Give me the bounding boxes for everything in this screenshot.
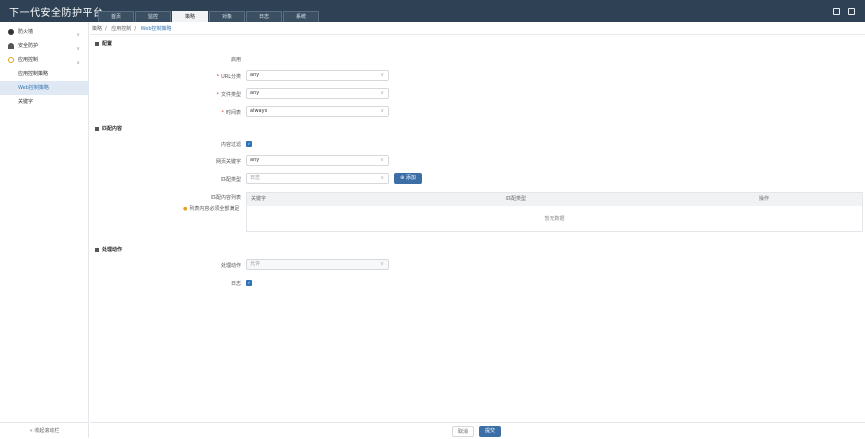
sidebar-item-label: 防火墙 [18, 29, 34, 35]
sidebar-item-label: 应用控制 [18, 57, 39, 63]
match-content-table: 关键字 匹配类型 操作 暂无数据 [246, 192, 863, 232]
chevron-down-icon: ∨ [380, 157, 384, 163]
section-label: 处理动作 [102, 247, 123, 253]
section-match-title: 匹配内容 [95, 125, 122, 132]
breadcrumb-current: Web控制策略 [140, 26, 172, 32]
sidebar-item-app-control-policy[interactable]: 应用控制策略 [0, 67, 89, 81]
section-config-title: 配置 [95, 40, 112, 47]
keyword-label: 网页关键字 [215, 159, 241, 165]
sidebar-item-keyword[interactable]: 关键字 [0, 95, 89, 109]
schedule-select[interactable]: always ∨ [246, 106, 389, 117]
chevron-down-icon: ∨ [380, 108, 384, 114]
log-label: 日志 [230, 281, 241, 287]
sidebar-item-security[interactable]: 安全防护 ∨ [0, 39, 89, 53]
breadcrumb: 策略 / 应用控制 / Web控制策略 [92, 26, 172, 32]
match-list-label: 匹配内容列表 [210, 195, 241, 201]
form-footer: 取消 提交 [90, 422, 865, 438]
column-header-operation: 操作 [759, 196, 770, 202]
sidebar-item-label: 安全防护 [18, 43, 39, 49]
cancel-button[interactable]: 取消 [452, 426, 474, 437]
breadcrumb-app-control[interactable]: 应用控制 [111, 26, 131, 32]
main-tabs: 首页 监控 策略 对象 日志 系统 [98, 11, 320, 22]
section-action-title: 处理动作 [95, 246, 122, 253]
umbrella-icon [8, 43, 14, 49]
logout-icon[interactable] [848, 8, 855, 15]
topbar-actions [833, 8, 855, 15]
gear-icon [95, 41, 99, 46]
url-category-select[interactable]: any ∨ [246, 70, 389, 81]
schedule-label: * 时间表 [221, 110, 241, 116]
tab-policy[interactable]: 策略 [172, 11, 208, 22]
content-filter-checkbox[interactable]: ✓ [246, 141, 252, 147]
chevron-down-icon: ∨ [380, 261, 384, 267]
save-icon[interactable] [833, 8, 840, 15]
tab-system[interactable]: 系统 [283, 11, 319, 22]
submit-button[interactable]: 提交 [479, 426, 501, 437]
sidebar-collapse-button[interactable]: « 收起滚动栏 [0, 422, 89, 438]
firewall-icon [8, 29, 14, 35]
section-label: 匹配内容 [102, 126, 123, 132]
column-header-keyword: 关键字 [251, 196, 267, 202]
enable-label: 启用 [230, 57, 241, 63]
url-category-label: * URL分类 [216, 74, 241, 80]
sidebar-item-firewall[interactable]: 防火墙 ∨ [0, 25, 89, 39]
log-checkbox[interactable]: ✓ [246, 280, 252, 286]
wrench-icon [95, 247, 99, 252]
add-button-label: 添加 [405, 175, 416, 181]
match-list-hint: ● 列表内容必须全部满足 [183, 206, 240, 212]
file-type-label: * 文件类型 [216, 92, 241, 98]
lightbulb-icon: ● [183, 206, 188, 212]
sidebar-item-app-control[interactable]: 应用控制 ∧ [0, 53, 89, 67]
section-label: 配置 [102, 41, 113, 47]
column-header-match-type: 匹配类型 [506, 196, 527, 202]
table-header: 关键字 匹配类型 操作 [247, 193, 862, 206]
chevron-down-icon: ∨ [380, 72, 384, 78]
divider [90, 34, 865, 35]
action-label: 处理动作 [220, 263, 241, 269]
table-empty-message: 暂无数据 [544, 216, 565, 222]
top-navigation-bar: 下一代安全防护平台 首页 监控 策略 对象 日志 系统 [0, 0, 865, 22]
sidebar-item-web-control-policy[interactable]: Web控制策略 [0, 81, 89, 95]
chevron-down-icon: ∨ [380, 175, 384, 181]
tab-log[interactable]: 日志 [246, 11, 282, 22]
app-title: 下一代安全防护平台 [9, 8, 104, 19]
action-select[interactable]: 允许 ∨ [246, 259, 389, 270]
file-type-select[interactable]: any ∨ [246, 88, 389, 99]
content-filter-label: 内容过滤 [220, 142, 241, 148]
keyword-select[interactable]: any ∨ [246, 155, 389, 166]
chevron-down-icon: ∨ [380, 90, 384, 96]
tab-monitor[interactable]: 监控 [135, 11, 171, 22]
match-type-select[interactable]: 日志 ∨ [246, 173, 389, 184]
tab-object[interactable]: 对象 [209, 11, 245, 22]
breadcrumb-policy[interactable]: 策略 [92, 26, 102, 32]
sidebar: 防火墙 ∨ 安全防护 ∨ 应用控制 ∧ 应用控制策略 Web控制策略 关键字 «… [0, 22, 89, 438]
match-type-label: 匹配类型 [220, 177, 241, 183]
app-control-icon [8, 57, 14, 63]
list-icon [95, 126, 99, 131]
tab-home[interactable]: 首页 [98, 11, 134, 22]
add-button[interactable]: ⊕ 添加 [394, 173, 422, 184]
